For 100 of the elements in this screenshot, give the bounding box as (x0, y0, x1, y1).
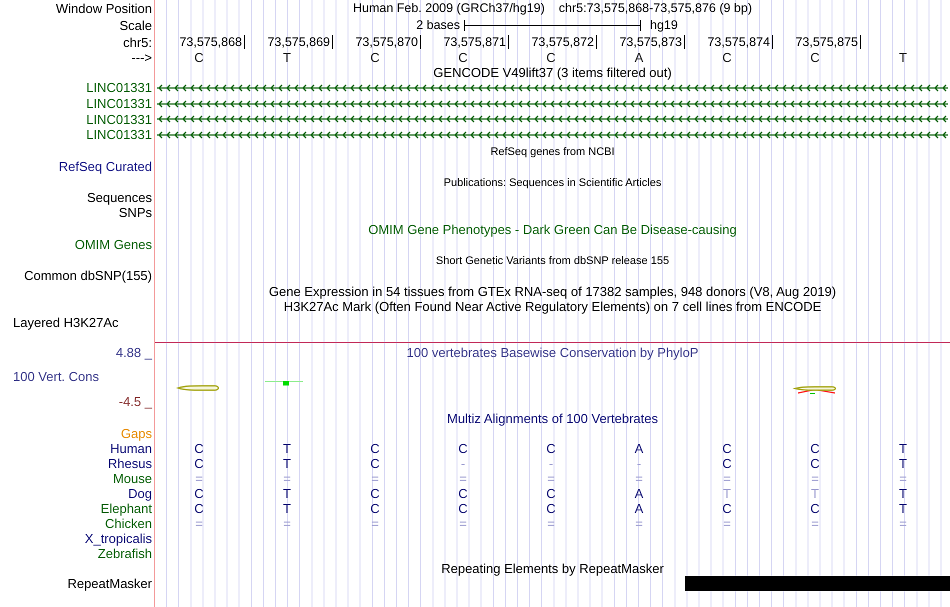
alignment-base: C (194, 442, 204, 455)
track-label[interactable]: 100 Vert. Cons (13, 370, 99, 384)
alignment-base: T (899, 486, 907, 500)
repeat-element-bar[interactable] (685, 576, 950, 591)
strand-label: ---> (131, 50, 152, 64)
alignment-base: - (548, 456, 554, 470)
ruler-tick (332, 35, 333, 49)
track-label[interactable]: Chicken (105, 516, 152, 530)
track-label[interactable]: Common dbSNP(155) (24, 268, 152, 282)
alignment-base: C (546, 442, 556, 455)
track-label[interactable]: RefSeq Curated (58, 160, 152, 173)
gene-line[interactable] (155, 82, 950, 93)
gene-line[interactable] (155, 98, 950, 109)
alignment-base: T (283, 502, 291, 515)
track-label[interactable]: LINC01331 (86, 97, 152, 110)
base-letter: C (810, 50, 820, 64)
track-label[interactable]: LINC01331 (86, 81, 152, 94)
alignment-base: A (634, 442, 644, 455)
alignment-base: = (459, 516, 467, 530)
ruler-tick (684, 35, 685, 49)
alignment-base: C (722, 456, 732, 470)
track-label[interactable]: Layered H3K27Ac (13, 316, 119, 329)
track-title: RefSeq genes from NCBI (490, 144, 615, 158)
track-label[interactable]: LINC01331 (86, 128, 152, 142)
coordinate-label: 73,575,871 (443, 36, 506, 48)
alignment-base: C (370, 502, 380, 515)
ruler-tick (596, 35, 597, 49)
track-label[interactable]: RepeatMasker (67, 576, 152, 590)
alignment-base: T (899, 456, 907, 470)
alignment-base: T (283, 442, 291, 455)
alignment-base: = (371, 472, 379, 485)
alignment-base: - (636, 456, 642, 470)
track-label[interactable]: OMIM Genes (74, 238, 152, 251)
track-label[interactable]: Rhesus (108, 456, 152, 470)
base-letter: T (899, 50, 907, 64)
coordinate-label: 73,575,875 (795, 36, 858, 48)
base-letter: C (458, 50, 468, 64)
alignment-base: = (547, 516, 555, 530)
alignment-base: = (899, 516, 907, 530)
gene-line[interactable] (155, 130, 950, 140)
alignment-base: T (723, 486, 731, 500)
alignment-base: A (634, 486, 644, 500)
alignment-base: = (459, 472, 467, 485)
track-title: H3K27Ac Mark (Often Found Near Active Regulatory Elements) on 7 cell lines from ENCODE (284, 300, 822, 313)
coordinate-label: 73,575,873 (619, 36, 682, 48)
axis-max-label: 4.88 _ (116, 346, 152, 360)
base-letter: C (546, 50, 556, 64)
base-letter: A (634, 50, 644, 64)
alignment-base: C (810, 456, 820, 470)
track-label[interactable]: Sequences (86, 190, 152, 204)
base-letter: C (722, 50, 732, 64)
track-label[interactable]: Mouse (112, 472, 152, 485)
alignment-base: C (194, 486, 204, 500)
track-label[interactable]: Human (110, 442, 152, 455)
alignment-base: = (371, 516, 379, 530)
scale-label: Scale (119, 19, 152, 32)
ruler-tick (772, 35, 773, 49)
coordinate-label: 73,575,869 (267, 36, 330, 48)
alignment-base: = (635, 516, 643, 530)
alignment-base: T (899, 442, 907, 455)
alignment-base: C (546, 502, 556, 515)
coordinate-label: 73,575,870 (355, 36, 418, 48)
alignment-base: C (458, 486, 468, 500)
track-label[interactable]: LINC01331 (86, 112, 152, 126)
coordinate-label: 73,575,868 (179, 36, 242, 48)
scale-assembly-label: hg19 (649, 19, 678, 32)
chromosome-label: chr5: (123, 36, 152, 48)
coordinate-label: 73,575,874 (707, 36, 770, 48)
ruler-tick (420, 35, 421, 49)
track-label[interactable]: X_tropicalis (84, 532, 152, 545)
alignment-base: T (811, 486, 819, 500)
gene-line[interactable] (155, 114, 950, 124)
base-letter: C (194, 50, 204, 64)
alignment-base: C (722, 442, 732, 455)
alignment-base: = (635, 472, 643, 485)
alignment-base: C (194, 502, 204, 515)
score-mark (264, 380, 304, 386)
track-label[interactable]: Elephant (100, 502, 152, 515)
alignment-base: C (810, 442, 820, 455)
coordinate-label: 73,575,872 (531, 36, 594, 48)
alignment-base: T (283, 456, 291, 470)
axis-min-label: -4.5 _ (118, 394, 152, 408)
alignment-base: = (283, 472, 291, 485)
alignment-base: C (546, 486, 556, 500)
track-label[interactable]: Zebrafish (98, 546, 152, 560)
track-title: Gene Expression in 54 tissues from GTEx RNA-seq of 17382 samples, 948 donors (V8, Aug 2019) (268, 283, 836, 298)
alignment-base: = (723, 516, 731, 530)
alignment-base: = (723, 472, 731, 485)
assembly-title: Human Feb. 2009 (GRCh37/hg19) (353, 2, 545, 15)
position-text: chr5:73,575,868-73,575,876 (9 bp) (558, 2, 752, 15)
track-label[interactable]: Dog (128, 486, 152, 500)
base-letter: T (283, 50, 291, 64)
alignment-base: C (810, 502, 820, 515)
alignment-base: T (283, 486, 291, 500)
lens-mark (794, 386, 836, 394)
alignment-base: = (283, 516, 291, 530)
alignment-base: = (547, 472, 555, 485)
base-letter: C (370, 50, 380, 64)
track-label[interactable]: SNPs (118, 206, 152, 220)
track-title: Multiz Alignments of 100 Vertebrates (446, 412, 658, 425)
